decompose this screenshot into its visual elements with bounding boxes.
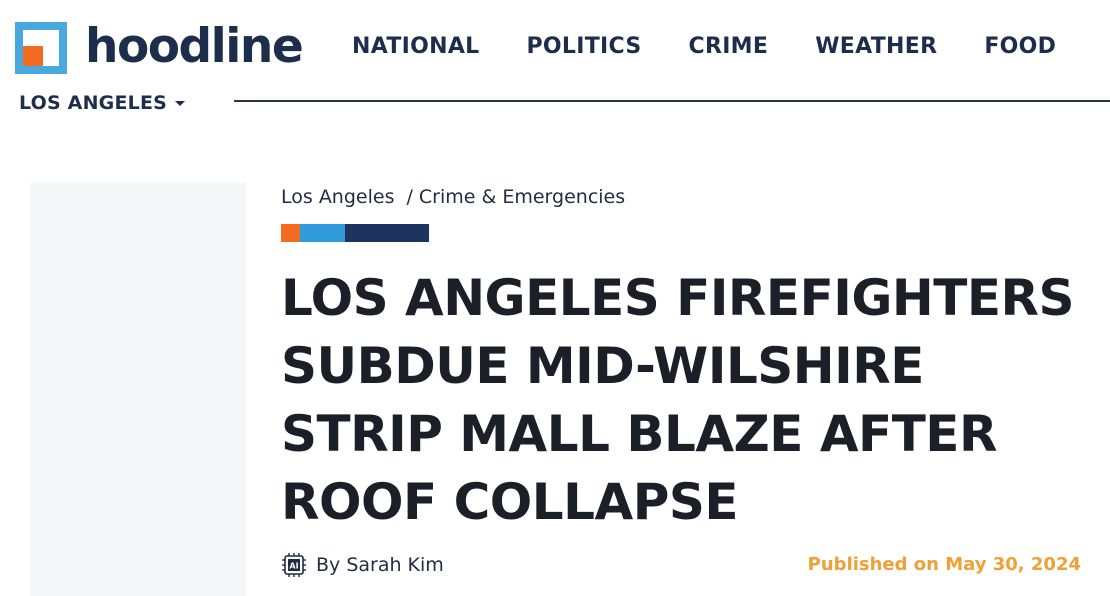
city-selector[interactable]: LOS ANGELES [19,92,186,114]
caret-down-icon [175,101,186,106]
breadcrumb-los-angeles[interactable]: Los Angeles [281,186,394,208]
site-name: hoodline [85,18,304,74]
breadcrumb: Los Angeles / Crime & Emergencies [281,186,625,208]
accent-navy [345,224,429,242]
accent-blue [300,224,345,242]
nav-item-weather[interactable]: WEATHER [815,34,937,59]
breadcrumb-separator: / [406,186,413,208]
nav-item-national[interactable]: NATIONAL [352,34,479,59]
published-date: Published on May 30, 2024 [807,554,1081,575]
sidebar-ad-placeholder [30,182,246,596]
ai-chip-icon: AI [282,553,306,577]
nav-item-politics[interactable]: POLITICS [526,34,641,59]
nav-divider [234,100,1110,102]
accent-orange [281,224,300,242]
author-link[interactable]: By Sarah Kim [316,554,444,576]
accent-bar [281,224,429,242]
site-logo[interactable]: hoodline [15,18,304,74]
nav-item-crime[interactable]: CRIME [689,34,769,59]
hoodline-logo-icon [15,22,67,74]
ai-chip-label: AI [289,562,298,571]
breadcrumb-crime-emergencies[interactable]: Crime & Emergencies [419,186,625,208]
nav-item-food[interactable]: FOOD [984,34,1056,59]
article-headline: LOS ANGELES FIREFIGHTERS SUBDUE MID-WILS… [281,269,1075,531]
main-nav: NATIONAL POLITICS CRIME WEATHER FOOD [352,34,1056,59]
byline: AI By Sarah Kim [281,552,444,578]
city-label: LOS ANGELES [19,92,168,114]
